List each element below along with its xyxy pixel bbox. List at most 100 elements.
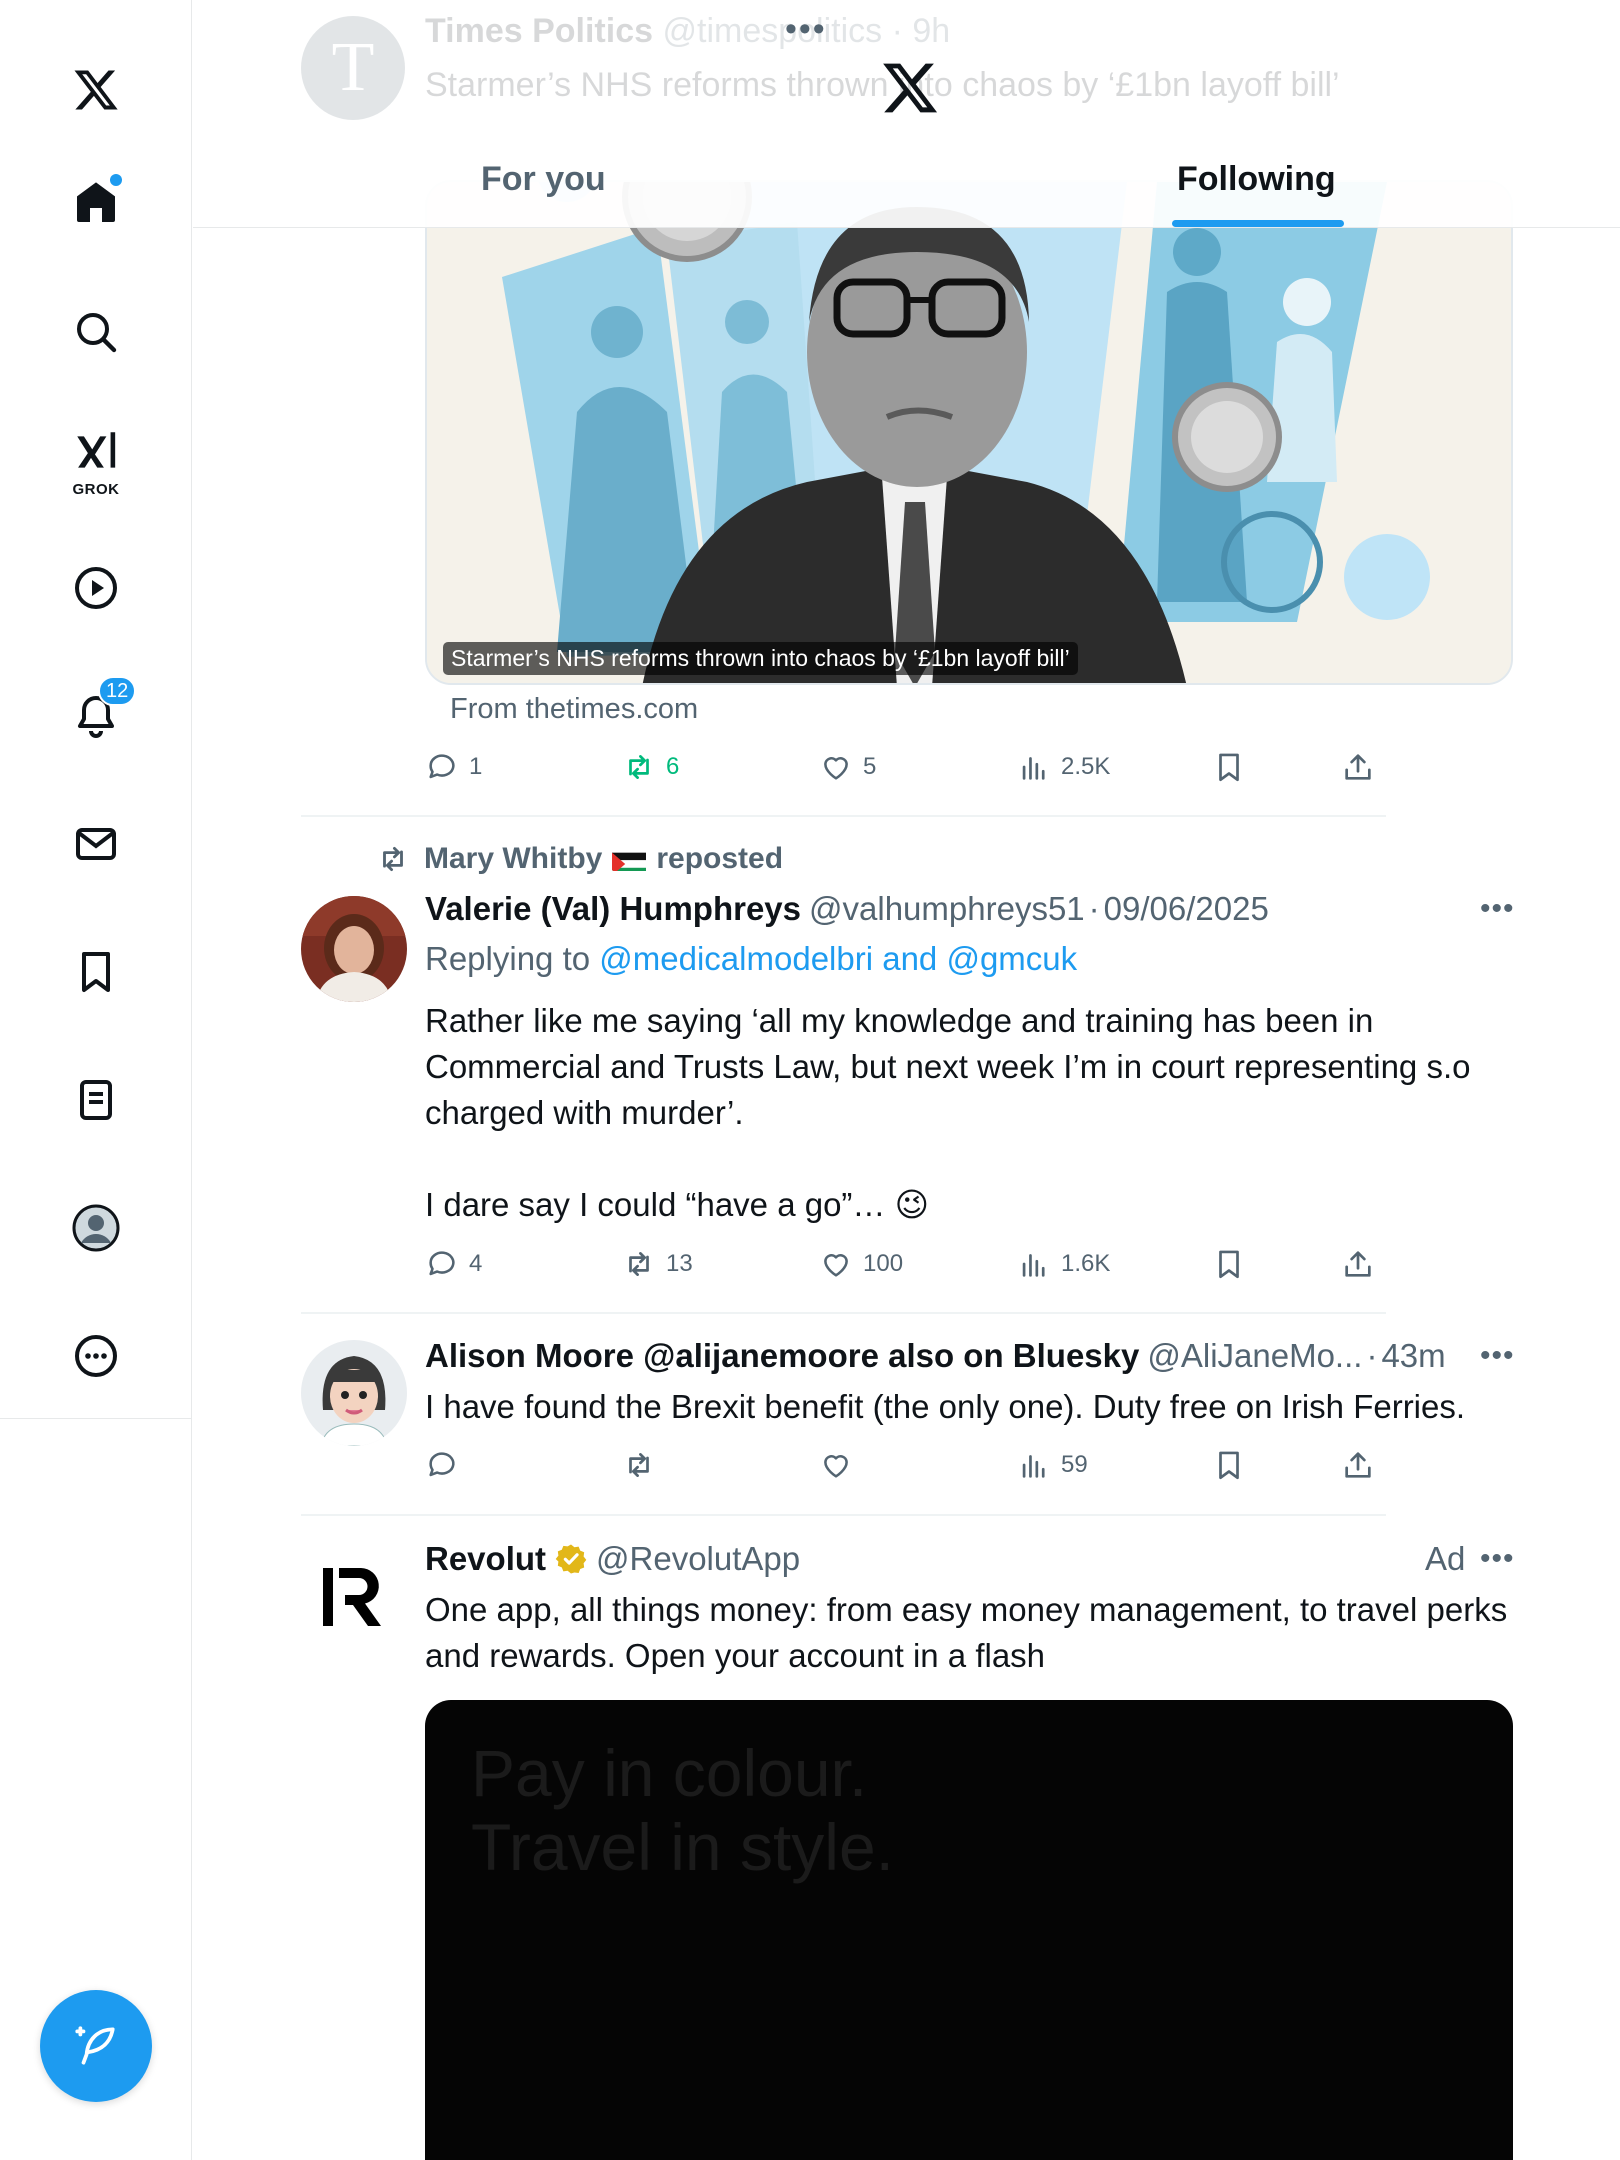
window-grabber-dots-icon[interactable]: ••• <box>785 10 827 49</box>
like-button[interactable]: 100 <box>819 1242 903 1286</box>
sidebar-divider <box>0 1418 192 1419</box>
separator-dot: · <box>891 12 903 50</box>
repost-count: 13 <box>666 1250 693 1277</box>
heart-icon <box>824 757 848 780</box>
author-handle[interactable]: @RevolutApp <box>596 1540 800 1578</box>
nav-video[interactable] <box>56 548 136 628</box>
ghost-post-time: 9h <box>912 12 951 50</box>
compose-feather-icon <box>75 2026 115 2065</box>
repost-icon <box>383 846 403 872</box>
reply-button[interactable]: 4 <box>425 1242 482 1286</box>
reply-button[interactable]: 1 <box>425 745 482 789</box>
author-handle[interactable]: @AliJaneMo... <box>1147 1337 1362 1375</box>
ad-headline-line: Pay in colour. <box>471 1736 868 1810</box>
heart-icon <box>824 1254 848 1277</box>
like-button[interactable] <box>819 1443 863 1487</box>
separator-dot: · <box>1088 890 1100 927</box>
views-button[interactable]: 59 <box>1017 1443 1088 1487</box>
list-icon <box>80 1080 112 1120</box>
repost-button[interactable] <box>622 1443 666 1487</box>
replying-to-handles[interactable]: @medicalmodelbri and @gmcuk <box>599 940 1077 977</box>
more-circle-icon <box>75 1335 117 1377</box>
share-button[interactable] <box>1341 1443 1385 1487</box>
nav-grok[interactable]: GROK <box>56 420 136 500</box>
bookmark-icon <box>1219 753 1239 782</box>
share-button[interactable] <box>1341 745 1385 789</box>
timeline: Starmer’s NHS reforms thrown into chaos … <box>193 0 1620 2160</box>
tweet-header: Alison Moore @alijanemoore also on Blues… <box>425 1337 1446 1375</box>
search-icon <box>77 313 117 353</box>
home-unread-dot <box>110 174 122 186</box>
alison-cartoon-avatar <box>301 1340 407 1446</box>
like-count: 100 <box>863 1250 904 1277</box>
ad-headline-line: Travel in style. <box>471 1810 895 1884</box>
nav-lists[interactable] <box>56 1060 136 1140</box>
post-more-menu-icon[interactable]: ••• <box>1480 1339 1515 1373</box>
x-logo-icon[interactable] <box>880 58 940 118</box>
tab-following[interactable]: Following <box>1177 160 1336 199</box>
post-actions: 59 <box>425 1443 1425 1487</box>
play-icon <box>75 567 117 609</box>
repost-context[interactable]: Mary Whitby reposted <box>376 842 783 876</box>
ad-video[interactable]: Pay in colour. Travel in style. <box>425 1700 1513 2160</box>
article-card[interactable]: Starmer’s NHS reforms thrown into chaos … <box>425 180 1513 685</box>
bookmark-button[interactable] <box>1212 1443 1256 1487</box>
reply-icon <box>429 1251 455 1276</box>
article-image-caption: Starmer’s NHS reforms thrown into chaos … <box>443 642 1078 675</box>
author-name[interactable]: Revolut <box>425 1540 546 1578</box>
post-time[interactable]: 43m <box>1381 1337 1445 1375</box>
avatar[interactable] <box>301 1340 407 1446</box>
view-count: 2.5K <box>1061 753 1111 780</box>
avatar[interactable] <box>301 1542 407 1648</box>
post-more-menu-icon[interactable]: ••• <box>1480 1542 1515 1576</box>
nav-more[interactable] <box>56 1316 136 1396</box>
share-icon <box>1345 754 1371 780</box>
avatar[interactable] <box>301 896 407 1002</box>
nav-notifications[interactable]: 12 <box>56 676 137 756</box>
article-image <box>427 182 1511 683</box>
bookmark-icon <box>1219 1451 1239 1480</box>
mail-icon <box>76 828 116 860</box>
like-button[interactable]: 5 <box>819 745 876 789</box>
post-actions: 4 13 100 1.6K <box>425 1242 1425 1286</box>
post-more-menu-icon[interactable]: ••• <box>1480 892 1515 926</box>
post-time[interactable]: 09/06/2025 <box>1104 890 1269 928</box>
tweet-header: Valerie (Val) Humphreys @valhumphreys51 … <box>425 890 1269 928</box>
author-handle[interactable]: @valhumphreys51 <box>809 890 1085 928</box>
share-icon <box>1345 1452 1371 1478</box>
heart-icon <box>824 1455 848 1478</box>
repost-button[interactable]: 13 <box>622 1242 693 1286</box>
active-tab-indicator <box>1172 220 1344 227</box>
ghost-author-handle: @timespolitics <box>662 12 883 50</box>
share-button[interactable] <box>1341 1242 1385 1286</box>
compose-button[interactable] <box>40 1990 152 2102</box>
bookmark-button[interactable] <box>1212 745 1256 789</box>
verified-gold-badge-icon <box>555 1544 587 1574</box>
reply-count: 4 <box>469 1250 483 1277</box>
post-divider <box>301 1312 1386 1314</box>
nav-messages[interactable] <box>56 804 136 884</box>
views-button[interactable]: 1.6K <box>1017 1242 1110 1286</box>
nav-search[interactable] <box>56 292 136 372</box>
nav-home[interactable] <box>56 162 136 242</box>
tweet-header: Revolut @RevolutApp <box>425 1540 800 1578</box>
nav-bookmarks[interactable] <box>56 932 136 1012</box>
tab-for-you[interactable]: For you <box>481 160 606 199</box>
nav-profile[interactable] <box>56 1188 136 1268</box>
bookmark-button[interactable] <box>1212 1242 1256 1286</box>
repost-button[interactable]: 6 <box>622 745 679 789</box>
share-icon <box>1345 1251 1371 1277</box>
bookmark-icon <box>1219 1250 1239 1279</box>
post-divider <box>301 815 1386 817</box>
grok-label: GROK <box>72 481 120 498</box>
bookmark-icon <box>82 952 110 992</box>
ad-label: Ad <box>1425 1540 1466 1577</box>
reply-button[interactable] <box>425 1443 469 1487</box>
revolut-logo-icon <box>323 1568 381 1626</box>
author-name[interactable]: Alison Moore @alijanemoore also on Blues… <box>425 1337 1139 1375</box>
times-avatar: T <box>301 16 405 120</box>
author-name[interactable]: Valerie (Val) Humphreys <box>425 890 801 928</box>
article-source-link[interactable]: From thetimes.com <box>450 693 698 726</box>
views-button[interactable]: 2.5K <box>1017 745 1110 789</box>
x-logo-icon[interactable] <box>56 50 136 130</box>
